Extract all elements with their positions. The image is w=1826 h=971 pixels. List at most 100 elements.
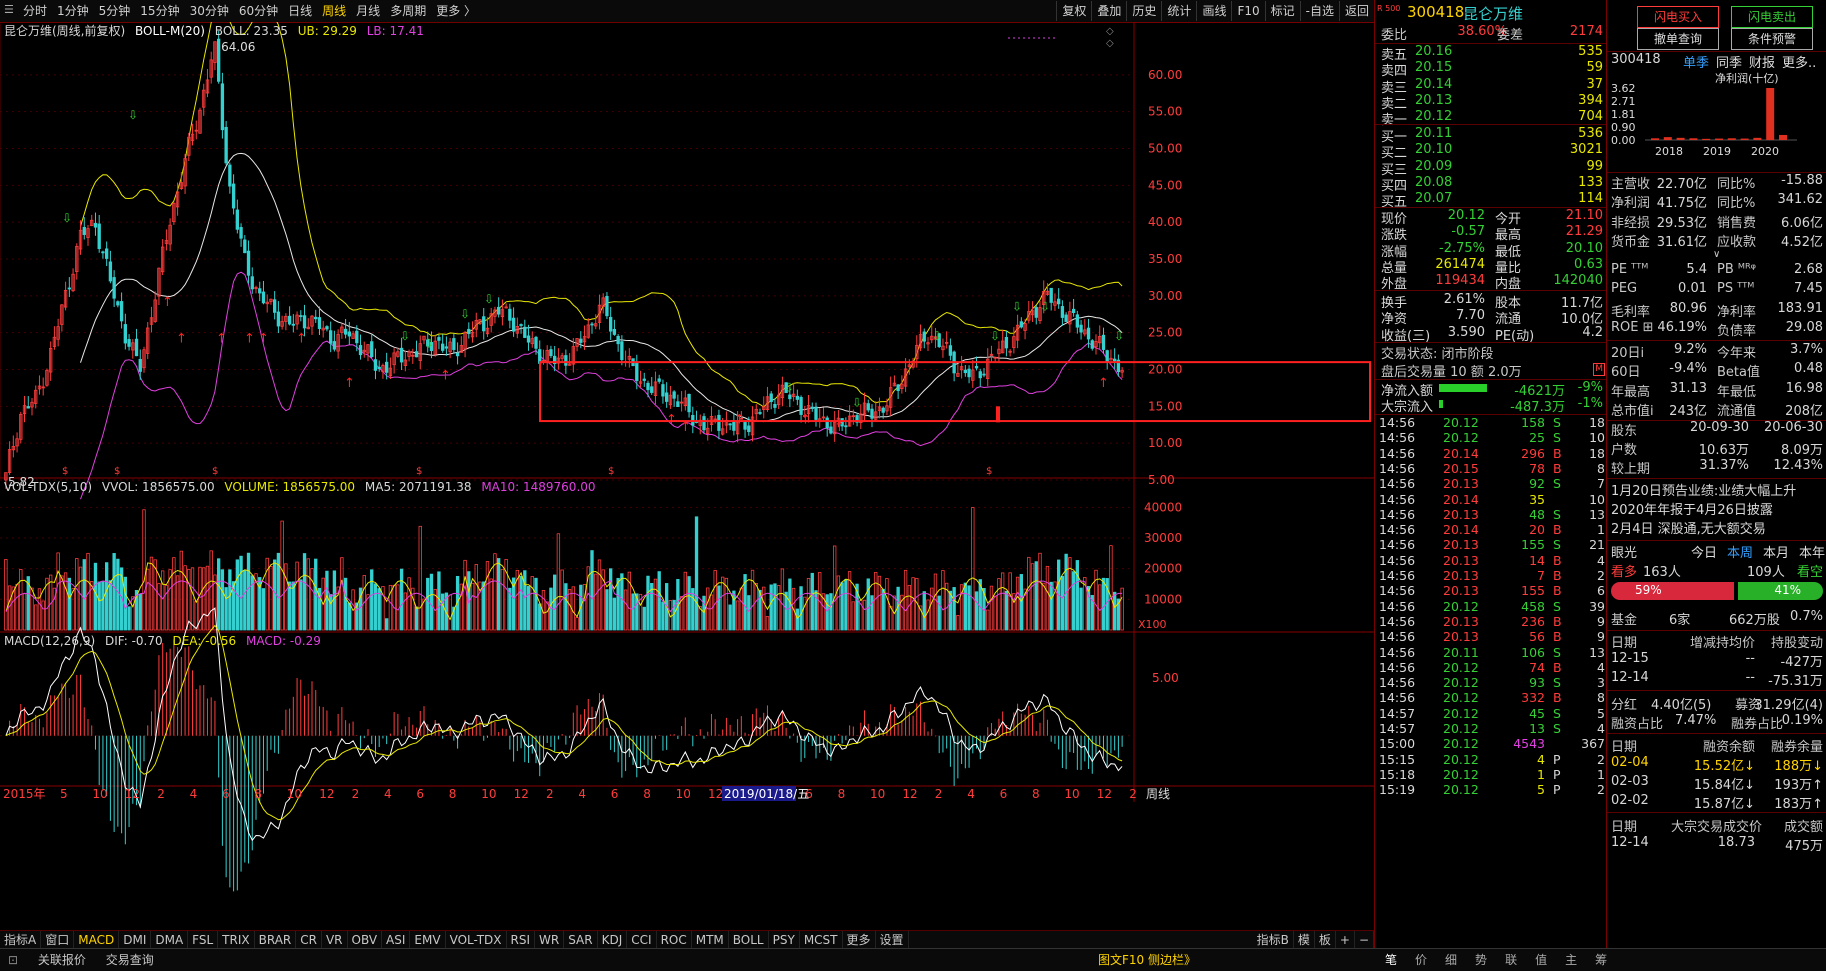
indicator-tab-22[interactable]: PSY <box>769 931 800 949</box>
tool-button-7[interactable]: -自选 <box>1299 1 1339 21</box>
indicator-tab-16[interactable]: SAR <box>564 931 598 949</box>
tool-button-5[interactable]: F10 <box>1231 1 1264 21</box>
period-tab-3[interactable]: 15分钟 <box>135 0 184 22</box>
quote-tab-1[interactable]: 价 <box>1406 949 1436 971</box>
indicator-tab-18[interactable]: CCI <box>627 931 657 949</box>
cancel-query-button[interactable]: 撤单查询 <box>1637 28 1719 50</box>
news-item[interactable]: 2020年年报于4月26日披露 <box>1607 499 1826 518</box>
event-marker-icon[interactable]: $ <box>416 466 422 477</box>
period-tab-7[interactable]: 周线 <box>317 0 351 22</box>
event-marker-icon[interactable]: $ <box>608 466 614 477</box>
indicator-tab-10[interactable]: OBV <box>348 931 383 949</box>
period-tab-1[interactable]: 1分钟 <box>52 0 94 22</box>
indicator-tab-23[interactable]: MCST <box>800 931 843 949</box>
boll-indicator-name[interactable]: BOLL-M(20) <box>135 24 205 38</box>
vol-indicator-name[interactable]: VOL-TDX(5,10) <box>4 480 92 494</box>
indicator-tab-15[interactable]: WR <box>535 931 565 949</box>
indicator-tab-4[interactable]: DMA <box>151 931 189 949</box>
eye-tab-2[interactable]: 本月 <box>1763 546 1789 561</box>
indicator-tab-6[interactable]: TRIX <box>218 931 255 949</box>
indicator-tab-14[interactable]: RSI <box>507 931 536 949</box>
indicator-right-3[interactable]: + <box>1336 931 1355 949</box>
news-item[interactable]: 2月4日 深股通,无大额交易 <box>1607 518 1826 537</box>
f10-tab-2[interactable]: 财报 <box>1749 56 1775 71</box>
news-text[interactable]: 2月4日 深股通,无大额交易 <box>1611 518 1766 537</box>
period-tab-6[interactable]: 日线 <box>283 0 317 22</box>
quote-tab-4[interactable]: 联 <box>1496 949 1526 971</box>
news-text[interactable]: 2020年年报于4月26日披露 <box>1611 499 1773 518</box>
indicator-tab-20[interactable]: MTM <box>692 931 729 949</box>
indicator-right-0[interactable]: 指标B <box>1253 931 1294 949</box>
indicator-tab-0[interactable]: 指标A <box>0 931 42 949</box>
indicator-tab-25[interactable]: 设置 <box>876 931 909 949</box>
indicator-tab-24[interactable]: 更多 <box>843 931 876 949</box>
stock-code[interactable]: 300418 <box>1407 3 1464 21</box>
indicator-right-4[interactable]: − <box>1355 931 1374 949</box>
news-text[interactable]: 1月20日预告业绩:业绩大幅上升 <box>1611 480 1796 499</box>
f10-tab-1[interactable]: 同季 <box>1716 56 1742 71</box>
candle-body <box>261 291 266 304</box>
period-tab-9[interactable]: 多周期 <box>385 0 431 22</box>
quote-tab-0[interactable]: 笔 <box>1376 949 1406 971</box>
period-tab-10[interactable]: 更多 〉 <box>431 0 481 22</box>
period-tab-2[interactable]: 5分钟 <box>94 0 136 22</box>
tool-button-3[interactable]: 统计 <box>1161 1 1196 21</box>
flash-sell-button[interactable]: 闪电卖出 <box>1731 6 1813 28</box>
event-marker-icon[interactable]: $ <box>212 466 218 477</box>
event-marker-icon[interactable]: $ <box>986 466 992 477</box>
f10-tab-0[interactable]: 单季 <box>1683 56 1709 71</box>
indicator-tab-1[interactable]: 窗口 <box>41 931 75 949</box>
quote-tab-2[interactable]: 细 <box>1436 949 1466 971</box>
tool-button-6[interactable]: 标记 <box>1264 1 1300 21</box>
related-quote-link[interactable]: 关联报价 <box>30 949 94 971</box>
indicator-tab-11[interactable]: ASI <box>382 931 411 949</box>
macd-indicator-name[interactable]: MACD(12,26,9) <box>4 634 95 648</box>
indicator-tab-3[interactable]: DMI <box>119 931 152 949</box>
status-left-icon[interactable]: ⊡ <box>0 949 26 971</box>
indicator-right-1[interactable]: 模 <box>1294 931 1315 949</box>
quote-tab-5[interactable]: 值 <box>1526 949 1556 971</box>
tool-button-8[interactable]: 返回 <box>1338 1 1374 21</box>
period-tab-0[interactable]: 分时 <box>18 0 52 22</box>
flash-buy-button[interactable]: 闪电买入 <box>1637 6 1719 28</box>
f10-tab-3[interactable]: 更多.. <box>1782 56 1816 71</box>
event-marker-icon[interactable]: $ <box>62 466 68 477</box>
tool-button-2[interactable]: 历史 <box>1126 1 1161 21</box>
indicator-tab-7[interactable]: BRAR <box>255 931 297 949</box>
tool-button-0[interactable]: 复权 <box>1056 1 1091 21</box>
indicator-right-2[interactable]: 板 <box>1315 931 1336 949</box>
eye-tab-0[interactable]: 今日 <box>1691 546 1717 561</box>
indicator-tab-17[interactable]: KDJ <box>598 931 628 949</box>
tool-button-1[interactable]: 叠加 <box>1091 1 1126 21</box>
diamond-icon[interactable]: ◇ <box>1106 26 1114 37</box>
event-marker-icon[interactable]: $ <box>114 466 120 477</box>
quote-tab-7[interactable]: 筹 <box>1586 949 1616 971</box>
eye-tab-1[interactable]: 本周 <box>1727 546 1753 561</box>
news-item[interactable]: 1月20日预告业绩:业绩大幅上升 <box>1607 480 1826 499</box>
menu-icon[interactable]: ☰ <box>4 3 14 16</box>
m-icon[interactable]: M <box>1593 363 1605 376</box>
period-tab-5[interactable]: 60分钟 <box>234 0 283 22</box>
quote-tab-3[interactable]: 势 <box>1466 949 1496 971</box>
indicator-tab-8[interactable]: CR <box>296 931 322 949</box>
indicator-tab-12[interactable]: EMV <box>410 931 446 949</box>
period-tab-8[interactable]: 月线 <box>351 0 385 22</box>
stock-name[interactable]: 昆仑万维 <box>1463 3 1523 24</box>
indicator-tab-2[interactable]: MACD <box>74 931 120 949</box>
expand-icon[interactable]: ∨ <box>1713 249 1720 260</box>
f10-sidebar-link[interactable]: 图文F10 侧边栏》 <box>1090 949 1204 971</box>
tool-button-4[interactable]: 画线 <box>1196 1 1231 21</box>
quote-tab-6[interactable]: 主 <box>1556 949 1586 971</box>
indicator-tab-19[interactable]: ROC <box>657 931 692 949</box>
indicator-tab-9[interactable]: VR <box>322 931 348 949</box>
chart-canvas[interactable]: 60.0055.0050.0045.0040.0035.0030.0025.00… <box>0 22 1374 930</box>
indicator-tab-5[interactable]: FSL <box>188 931 219 949</box>
period-tab-4[interactable]: 30分钟 <box>185 0 234 22</box>
diamond-icon[interactable]: ◇ <box>1106 38 1114 49</box>
trade-query-link[interactable]: 交易查询 <box>98 949 162 971</box>
indicator-tab-13[interactable]: VOL-TDX <box>446 931 507 949</box>
eye-tab-3[interactable]: 本年 <box>1799 546 1825 561</box>
condition-alert-button[interactable]: 条件预警 <box>1731 28 1813 50</box>
kline-chart-panel[interactable]: 60.00 55.00 50.00 45.00 40.00 35.00 30.00 25.00… <box>0 22 1374 944</box>
indicator-tab-21[interactable]: BOLL <box>729 931 769 949</box>
